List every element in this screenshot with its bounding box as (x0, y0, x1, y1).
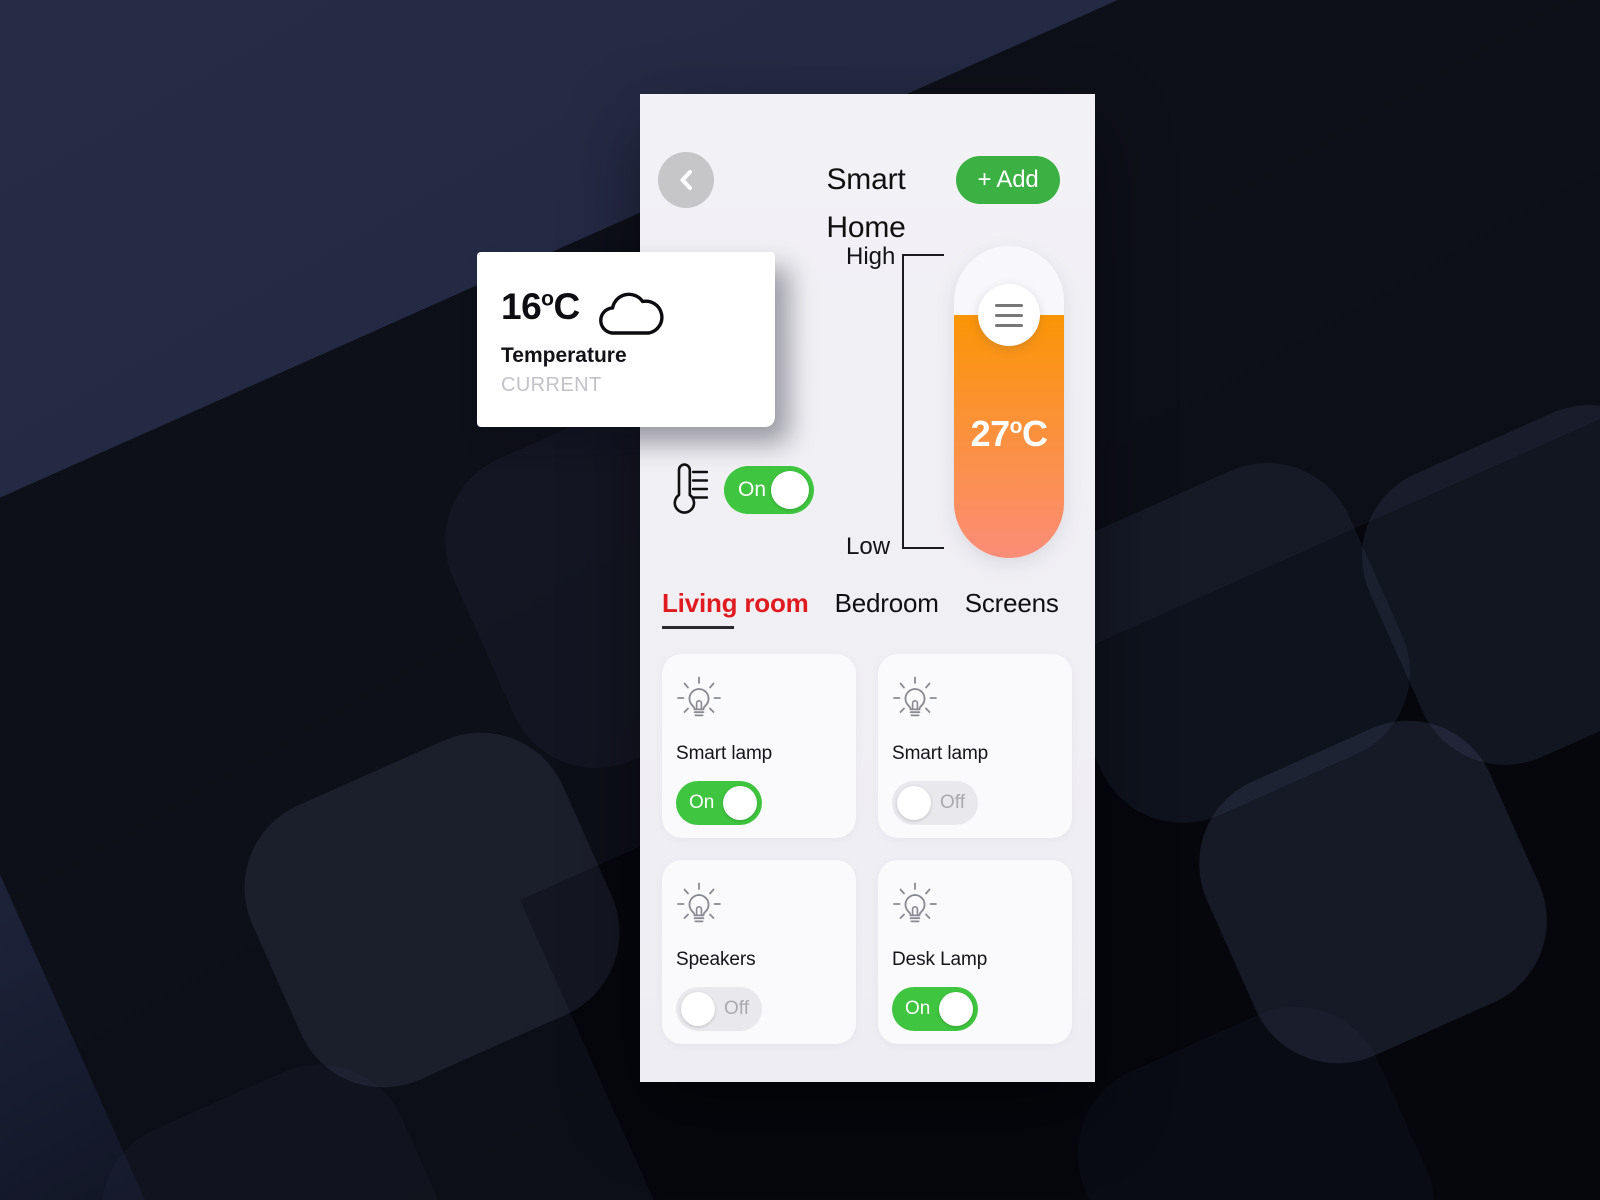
light-bulb-icon (893, 676, 937, 717)
temperature-card-label: Temperature (501, 344, 627, 367)
device-toggle[interactable]: On (676, 781, 762, 825)
toggle-knob (771, 471, 809, 509)
back-button[interactable] (658, 152, 714, 208)
page-title: Smart Home (826, 163, 906, 244)
toggle-label: On (905, 998, 931, 1019)
temperature-card-top: 16oC (501, 286, 775, 336)
tab-bedroom[interactable]: Bedroom (835, 588, 939, 629)
toggle-knob (897, 786, 931, 820)
light-bulb-icon (677, 676, 721, 717)
light-bulb-icon (676, 676, 722, 728)
device-name: Smart lamp (676, 743, 773, 764)
device-card[interactable]: Speakers Off (662, 860, 856, 1044)
light-bulb-icon (892, 676, 938, 728)
chevron-left-icon (680, 170, 692, 190)
toggle-label: Off (940, 792, 965, 813)
temperature-card: 16oC Temperature CURRENT (477, 252, 775, 427)
scale-low-label: Low (846, 533, 891, 560)
device-name: Speakers (676, 949, 756, 970)
slider-value-label: 27oC (970, 412, 1048, 454)
device-grid: Smart lamp On Smart lamp Off Speakers Off Desk… (662, 654, 1072, 1044)
thermostat-power-row: On (666, 462, 814, 518)
toggle-knob (723, 786, 757, 820)
cloud-icon (598, 292, 664, 335)
slider-handle[interactable] (978, 284, 1040, 346)
add-device-button[interactable]: + Add (956, 156, 1060, 204)
toggle-label: On (738, 478, 767, 501)
scale-high-label: High (846, 243, 896, 270)
temperature-card-sublabel: CURRENT (501, 374, 602, 396)
room-tabs: Living room Bedroom Screens (662, 588, 1059, 629)
light-bulb-icon (677, 882, 721, 923)
device-toggle[interactable]: On (892, 987, 978, 1031)
phone-screen: Smart Home + Add On High Low 27oC Living… (640, 94, 1095, 1082)
light-bulb-icon (893, 882, 937, 923)
device-card[interactable]: Smart lamp Off (878, 654, 1072, 838)
toggle-label: On (689, 792, 715, 813)
temperature-slider[interactable]: High Low 27oC (840, 243, 1080, 560)
thermostat-toggle[interactable]: On (724, 466, 814, 514)
scale-bracket (902, 254, 944, 549)
light-bulb-icon (892, 882, 938, 934)
toggle-knob (681, 992, 715, 1026)
device-toggle[interactable]: Off (892, 781, 978, 825)
toggle-knob (939, 992, 973, 1026)
light-bulb-icon (676, 882, 722, 934)
tab-living-room[interactable]: Living room (662, 588, 809, 629)
tab-screens[interactable]: Screens (965, 588, 1059, 629)
device-toggle[interactable]: Off (676, 987, 762, 1031)
toggle-label: Off (724, 998, 749, 1019)
app-header: Smart Home + Add (640, 94, 1095, 244)
device-card[interactable]: Smart lamp On (662, 654, 856, 838)
current-temperature: 16oC (501, 286, 580, 327)
device-name: Smart lamp (892, 743, 989, 764)
thermometer-icon (673, 463, 708, 514)
device-name: Desk Lamp (892, 949, 988, 970)
device-card[interactable]: Desk Lamp On (878, 860, 1072, 1044)
